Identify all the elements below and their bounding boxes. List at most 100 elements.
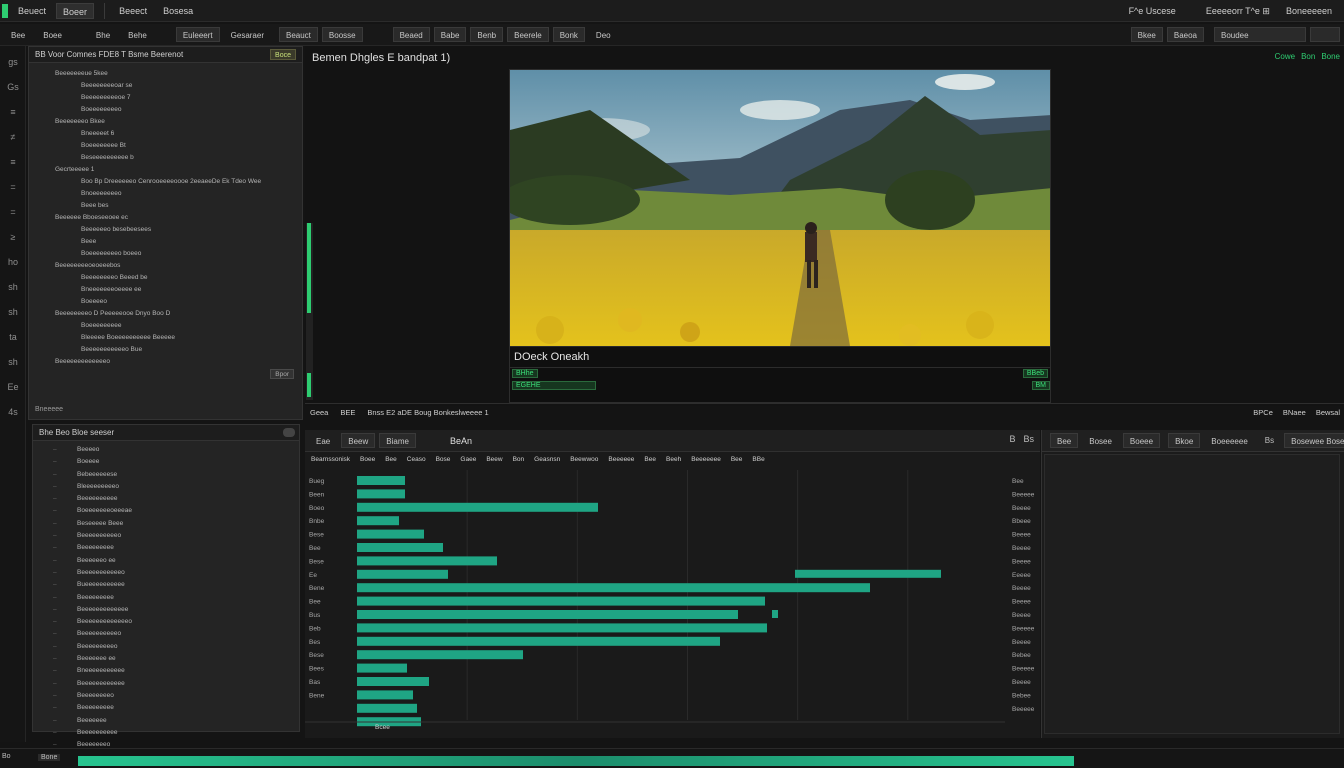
timeline-column-header[interactable]: Geasnsn — [534, 456, 560, 463]
media-item[interactable]: Beeeeeeeeoeoeeebos — [35, 261, 302, 272]
toolbar-button[interactable]: Gesaraer — [224, 27, 271, 42]
timeline-column-header[interactable]: Beeh — [666, 456, 681, 463]
media-item[interactable]: Boeeeeeeeee — [35, 321, 302, 332]
media-item[interactable]: Beeeeeeeeo Beeed be — [35, 273, 302, 284]
edit-button[interactable]: Boosse — [321, 27, 363, 42]
timeline-column-header[interactable]: Ceaso — [407, 456, 426, 463]
media-item[interactable]: Beeeeeeeeo D Peeeeeooe Dnyo Boo D — [35, 309, 302, 320]
rail-icon[interactable]: = — [0, 177, 26, 197]
media-item[interactable]: Beseeeeeeeeee b — [35, 153, 302, 164]
menu-right-item[interactable]: F^e Uscese — [1123, 3, 1182, 19]
timeline-tab[interactable]: Eae — [309, 433, 337, 448]
viewer-status-item[interactable]: Cowe — [1275, 52, 1295, 61]
timeline-clip[interactable] — [357, 543, 443, 552]
timeline-clip[interactable] — [357, 663, 407, 673]
timeline-column-header[interactable]: Boee — [360, 456, 375, 463]
timeline-clip[interactable] — [357, 690, 413, 700]
rail-icon[interactable]: ≥ — [0, 227, 26, 247]
effect-item[interactable]: – Beeeeeee ee — [43, 654, 299, 665]
toolbar-button[interactable]: Boee — [36, 27, 69, 42]
transport-chip[interactable]: BHhe — [512, 369, 538, 378]
view-button[interactable]: Bonk — [552, 27, 585, 42]
timeline-clip[interactable] — [357, 569, 448, 579]
media-item[interactable]: Beeeeee Bboeseeoee ec — [35, 213, 302, 224]
scrub-strip[interactable] — [306, 223, 313, 400]
timeline-clip[interactable] — [357, 529, 424, 539]
timeline-clip[interactable] — [357, 650, 523, 660]
timeline-clip[interactable] — [357, 677, 429, 686]
effect-item[interactable]: – Beeeeeeeeee — [43, 494, 299, 505]
effect-item[interactable]: – Beeeeeeeeeo — [43, 642, 299, 653]
effect-item[interactable]: – Beeeeeeo ee — [43, 556, 299, 567]
rail-icon[interactable]: ≡ — [0, 152, 26, 172]
media-item[interactable]: Boo Bp Dreeeeeeo Cenrooeeeeoooe 2eeaeeDe… — [35, 177, 302, 188]
media-item[interactable]: Beee bes — [35, 201, 302, 212]
media-item[interactable]: Beeeeeeeo Bkee — [35, 117, 302, 128]
menu-right-item[interactable]: Boneeeeen — [1280, 3, 1338, 19]
effect-item[interactable]: – Bleeeeeeeeeo — [43, 482, 299, 493]
media-item[interactable]: Beeeeeeeeoar se — [35, 81, 302, 92]
timeline-clip[interactable] — [357, 623, 767, 633]
effect-item[interactable]: – Beeeeeeeeeeeeeo — [43, 617, 299, 628]
media-browser-header-button[interactable]: Boce — [270, 49, 296, 60]
timeline-column-header[interactable]: Bee — [644, 456, 656, 463]
media-item[interactable]: Beeeeeeeeeeeeeo — [35, 357, 302, 368]
media-item[interactable]: Boeeeeeeeeo — [35, 105, 302, 116]
timeline-column-header[interactable]: Bon — [513, 456, 525, 463]
rail-icon[interactable]: = — [0, 202, 26, 222]
effect-item[interactable]: – Beeeeeeeeo — [43, 691, 299, 702]
timeline-clip[interactable] — [357, 516, 399, 526]
toolbar-button[interactable]: Bhe — [89, 27, 117, 42]
timeline-column-header[interactable]: BBe — [752, 456, 764, 463]
toolbar-button[interactable]: Behe — [121, 27, 154, 42]
view-button[interactable]: Benb — [470, 27, 504, 42]
timeline-clip[interactable] — [357, 703, 417, 713]
media-item[interactable]: Boeeeeeeeeo boeeo — [35, 249, 302, 260]
view-extra[interactable]: Deo — [589, 27, 618, 42]
rail-icon[interactable]: 4s — [0, 402, 26, 422]
effect-item[interactable]: – Bebeeeeeese — [43, 470, 299, 481]
media-item[interactable]: Boeeeeo — [35, 297, 302, 308]
timeline-clip[interactable] — [772, 610, 778, 618]
effect-item[interactable]: – Beeeeo — [43, 445, 299, 456]
media-item[interactable]: Beeeeeeeue 5kee — [35, 69, 302, 80]
viewer-status-item[interactable]: Bone — [1321, 52, 1340, 61]
effect-item[interactable]: – Boeeeeeeeoeeeae — [43, 506, 299, 517]
timeline-clips[interactable]: Bueg Been Boeo Bnbe Bese Bee Bese Ee Bene Bee Bus B… — [305, 470, 1040, 738]
rail-icon[interactable]: Gs — [0, 77, 26, 97]
timeline-column-header[interactable]: Bee — [731, 456, 743, 463]
toolbar-right-button[interactable]: Bkee — [1130, 27, 1163, 42]
effect-item[interactable]: – Bneeeeeeeeeee — [43, 666, 299, 677]
rail-icon[interactable]: sh — [0, 277, 26, 297]
rail-icon[interactable]: sh — [0, 352, 26, 372]
toolbar-button[interactable]: Bee — [4, 27, 32, 42]
effect-item[interactable]: – Beeeeeeeeeeo — [43, 629, 299, 640]
timeline-column-header[interactable]: Bose — [436, 456, 451, 463]
rail-icon[interactable]: ho — [0, 252, 26, 272]
menu-item[interactable]: Beeect — [113, 3, 153, 19]
timeline-column-header[interactable]: Beeeeee — [608, 456, 634, 463]
effect-item[interactable]: – Beeeeeeeee — [43, 543, 299, 554]
effect-item[interactable]: – Boeeee — [43, 457, 299, 468]
media-item[interactable]: Bneeeeeeeoeeee ee — [35, 285, 302, 296]
timeline-tab[interactable]: Biame — [379, 433, 416, 448]
inspector-tab[interactable]: Bosee — [1082, 433, 1119, 448]
timeline-clip[interactable] — [357, 489, 405, 499]
timeline-column-header[interactable]: Beew — [486, 456, 502, 463]
effect-item[interactable]: – Beseeeee Beee — [43, 519, 299, 530]
timeline-clip[interactable] — [357, 476, 405, 485]
media-item[interactable]: Beeeeeeo besebeesees — [35, 225, 302, 236]
toolbar-right-extra[interactable] — [1310, 27, 1340, 42]
rail-icon[interactable]: ta — [0, 327, 26, 347]
video-frame[interactable]: DOeck Oneakh BHhe EGEHE BBeb BM — [509, 69, 1051, 403]
view-button[interactable]: Beerele — [507, 27, 549, 42]
media-item[interactable]: Beeeeeeeeeoe 7 — [35, 93, 302, 104]
media-item[interactable]: Bneeeeet 6 — [35, 129, 302, 140]
toolbar-button[interactable]: Euleeert — [175, 27, 220, 42]
view-button[interactable]: Beaed — [392, 27, 430, 42]
media-item[interactable]: Bnoeeeeeeeo — [35, 189, 302, 200]
edit-button[interactable]: Beauct — [279, 27, 318, 42]
toolbar-right-button[interactable]: Baeoa — [1166, 27, 1204, 42]
inspector-icon[interactable]: Bs — [1265, 436, 1274, 445]
effect-item[interactable]: – Bueeeeeeeeeee — [43, 580, 299, 591]
